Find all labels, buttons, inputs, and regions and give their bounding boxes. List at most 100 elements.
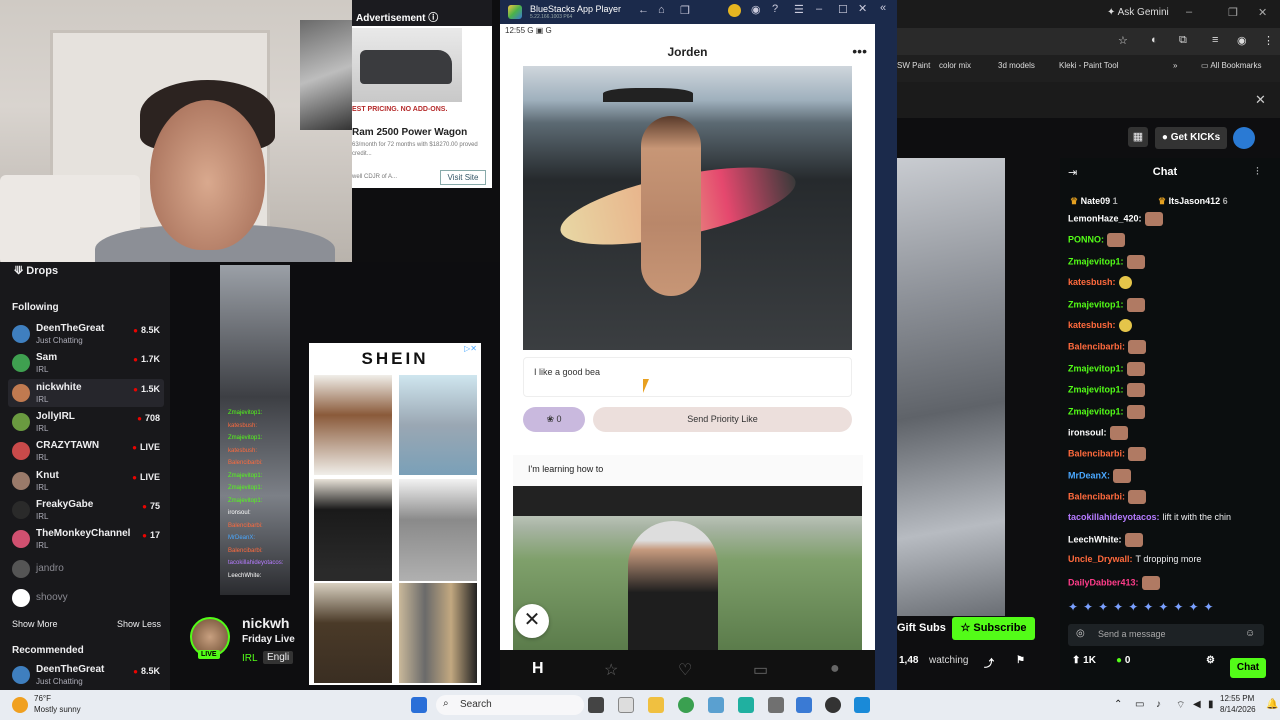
- taskbar-search[interactable]: Search: [436, 695, 584, 715]
- chat-username[interactable]: Balencibarbi:: [1068, 342, 1125, 352]
- category-tag[interactable]: IRL: [242, 653, 258, 664]
- address-bar[interactable]: [897, 28, 1280, 55]
- drops-link[interactable]: ⟱ Drops: [14, 264, 58, 277]
- chat-username[interactable]: tacokillahideyotacos:: [1068, 512, 1160, 522]
- product-belt[interactable]: [314, 375, 392, 475]
- collapse-sidebar-icon[interactable]: «: [880, 2, 886, 14]
- microphone-icon[interactable]: ♪: [1156, 699, 1161, 710]
- language-tag[interactable]: Engli: [263, 651, 294, 664]
- clock-time[interactable]: 12:55 PM: [1220, 694, 1254, 703]
- more-options-icon[interactable]: •••: [852, 40, 867, 62]
- task-view-icon[interactable]: [588, 697, 604, 713]
- gifter-rank[interactable]: ♛ Nate09 1: [1070, 196, 1118, 207]
- emoji-icon[interactable]: ☺: [1245, 628, 1255, 639]
- extension-icon[interactable]: ◐: [1151, 34, 1158, 46]
- chat-username[interactable]: ironsoul:: [1068, 427, 1107, 437]
- app-icon[interactable]: [738, 697, 754, 713]
- chat-message[interactable]: katesbush:: [1068, 319, 1132, 332]
- chrome-menu-icon[interactable]: ⋮: [1263, 34, 1274, 47]
- app-icon[interactable]: [796, 697, 812, 713]
- chat-username[interactable]: Zmajevitop1:: [1068, 256, 1124, 266]
- streamer-name[interactable]: nickwh: [242, 615, 289, 631]
- obs-icon[interactable]: [825, 697, 841, 713]
- clip-icon[interactable]: ⚑: [1016, 655, 1025, 666]
- chat-username[interactable]: Balencibarbi:: [1068, 492, 1125, 502]
- chat-settings-icon[interactable]: ⫶: [1256, 166, 1259, 179]
- recents-icon[interactable]: ❐: [680, 4, 690, 17]
- comment-input[interactable]: I like a good bea: [523, 357, 852, 397]
- profile-icon[interactable]: ◉: [1237, 34, 1247, 47]
- weather-desc[interactable]: Mostly sunny: [34, 705, 81, 714]
- profile-avatar-icon[interactable]: ●: [830, 660, 840, 678]
- visit-site-button[interactable]: Visit Site: [440, 170, 486, 185]
- chat-message[interactable]: Zmajevitop1:: [1068, 297, 1145, 312]
- gifter-rank[interactable]: ♛ ItsJason412 6: [1158, 196, 1228, 207]
- volume-icon[interactable]: ◀: [1193, 699, 1201, 710]
- clock-date[interactable]: 8/14/2026: [1220, 705, 1256, 714]
- chat-message[interactable]: Zmajevitop1:: [1068, 361, 1145, 376]
- product-shirt[interactable]: [314, 479, 392, 581]
- coin-icon[interactable]: [728, 4, 741, 17]
- menu-icon[interactable]: ☰: [794, 3, 804, 16]
- likes-count[interactable]: ⬆ 1K: [1072, 655, 1096, 666]
- channel-offline[interactable]: shoovy: [8, 584, 164, 612]
- weather-temp[interactable]: 76°F: [34, 694, 51, 703]
- product-cargo-pants[interactable]: [399, 479, 477, 581]
- skip-close-button[interactable]: ✕: [515, 604, 549, 638]
- messages-icon[interactable]: ▭: [753, 660, 768, 680]
- maximize-icon[interactable]: ☐: [838, 3, 848, 16]
- channel-item[interactable]: nickwhiteIRL1.5K: [8, 378, 164, 407]
- shein-ad[interactable]: SHEIN ▷✕: [309, 343, 481, 685]
- dismiss-icon[interactable]: ✕: [1255, 92, 1266, 108]
- chat-message[interactable]: Balencibarbi:: [1068, 447, 1147, 462]
- chat-message[interactable]: Zmajevitop1:: [1068, 383, 1145, 398]
- extensions-puzzle-icon[interactable]: ⧉: [1179, 34, 1187, 47]
- chat-message[interactable]: ironsoul:: [1068, 426, 1128, 440]
- bookmark-item[interactable]: SW Paint: [897, 61, 930, 70]
- chat-message[interactable]: Zmajevitop1:: [1068, 254, 1145, 269]
- product-swimwear[interactable]: [399, 375, 477, 475]
- tray-overflow-icon[interactable]: ⌃: [1114, 699, 1122, 710]
- channel-item[interactable]: KnutIRLLIVE: [8, 467, 164, 495]
- chat-message[interactable]: LeechWhite:: [1068, 533, 1143, 547]
- all-bookmarks-link[interactable]: ▭ All Bookmarks: [1201, 61, 1261, 70]
- chat-message[interactable]: LemonHaze_420:: [1068, 212, 1163, 226]
- channel-item[interactable]: DeenTheGreatJust Chatting8.5K: [8, 320, 164, 348]
- network-icon[interactable]: ▭: [1135, 699, 1144, 710]
- chat-message[interactable]: tacokillahideyotacos: lift it with the ch…: [1068, 512, 1231, 522]
- send-priority-like-button[interactable]: Send Priority Like: [593, 407, 852, 432]
- advertisement[interactable]: Advertisement ⓘ EST PRICING. NO ADD-ONS.…: [352, 0, 492, 188]
- product-brown-pants[interactable]: [314, 583, 392, 683]
- account-icon[interactable]: ◉: [751, 3, 761, 16]
- subscribe-button[interactable]: ☆ Subscribe: [952, 617, 1035, 640]
- settings-gear-icon[interactable]: ⚙: [1206, 655, 1215, 666]
- bookmark-item[interactable]: 3d models: [998, 61, 1035, 70]
- back-icon[interactable]: ←: [638, 4, 649, 16]
- show-less-link[interactable]: Show Less: [117, 619, 161, 629]
- file-explorer-icon[interactable]: [648, 697, 664, 713]
- help-icon[interactable]: ?: [772, 3, 778, 15]
- chat-message[interactable]: PONNO:: [1068, 233, 1125, 248]
- channel-item[interactable]: CRAZYTAWNIRLLIVE: [8, 437, 164, 465]
- window-minimize-icon[interactable]: –: [1186, 6, 1192, 18]
- chat-username[interactable]: Balencibarbi:: [1068, 449, 1125, 459]
- chat-username[interactable]: katesbush:: [1068, 277, 1116, 287]
- chat-message[interactable]: DailyDabber413:: [1068, 575, 1160, 590]
- bluestacks-taskbar-icon[interactable]: [708, 697, 724, 713]
- chat-shield-icon[interactable]: ◎: [1076, 628, 1085, 639]
- bookmark-star-icon[interactable]: ☆: [1118, 34, 1128, 47]
- hinge-home-icon[interactable]: H: [532, 660, 544, 678]
- app-icon[interactable]: [768, 697, 784, 713]
- battery-icon[interactable]: ▮: [1208, 699, 1214, 710]
- channel-item[interactable]: SamIRL1.7K: [8, 349, 164, 377]
- chat-message[interactable]: Balencibarbi:: [1068, 340, 1147, 355]
- weather-sun-icon[interactable]: [12, 697, 28, 713]
- emote-bar[interactable]: ✦✦✦✦✦✦✦✦✦✦: [1068, 600, 1219, 614]
- chat-message[interactable]: Balencibarbi:: [1068, 490, 1147, 505]
- chat-username[interactable]: Zmajevitop1:: [1068, 363, 1124, 373]
- window-restore-icon[interactable]: ❐: [1228, 6, 1238, 19]
- chat-username[interactable]: LemonHaze_420:: [1068, 213, 1142, 223]
- close-icon[interactable]: ✕: [858, 2, 867, 15]
- get-kicks-button[interactable]: ● Get KICKs: [1155, 127, 1227, 149]
- share-icon[interactable]: ⤴: [984, 655, 994, 670]
